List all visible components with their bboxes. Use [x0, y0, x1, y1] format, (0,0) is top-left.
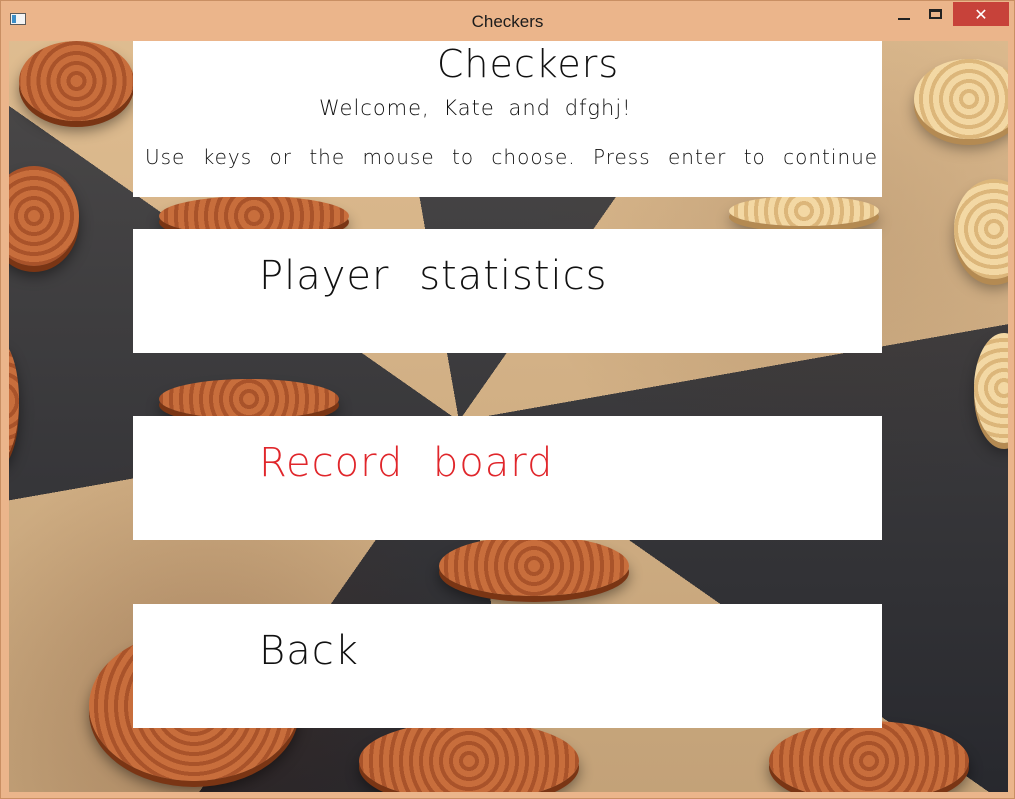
checker-piece	[729, 196, 879, 226]
minimize-button[interactable]	[890, 2, 918, 26]
close-icon: ✕	[974, 4, 988, 24]
menu-item-back[interactable]: Back	[133, 604, 882, 728]
menu-item-record-board[interactable]: Record board	[133, 416, 882, 540]
checker-piece	[439, 536, 629, 596]
maximize-button[interactable]	[921, 2, 949, 26]
menu-item-player-statistics[interactable]: Player statistics	[133, 229, 882, 353]
page-title: Checkers	[436, 42, 620, 86]
checker-piece	[19, 41, 134, 121]
window-title: Checkers	[471, 12, 544, 31]
minimize-icon	[898, 18, 910, 20]
menu-item-label: Back	[259, 628, 359, 674]
instructions-text: Use keys or the mouse to choose. Press e…	[145, 145, 879, 169]
checker-piece	[159, 379, 339, 419]
checker-piece	[359, 721, 579, 792]
close-button[interactable]: ✕	[953, 2, 1009, 26]
title-bar[interactable]: Checkers ✕	[1, 1, 1014, 39]
app-window: Checkers ✕ Checkers Welcome, Kate and df…	[0, 0, 1015, 799]
menu-item-label: Record board	[259, 440, 554, 486]
checker-piece	[769, 721, 969, 792]
header-panel: Checkers Welcome, Kate and dfghj! Use ke…	[133, 41, 882, 197]
welcome-text: Welcome, Kate and dfghj!	[319, 96, 632, 120]
menu-item-label: Player statistics	[259, 253, 608, 299]
maximize-icon	[928, 9, 942, 19]
